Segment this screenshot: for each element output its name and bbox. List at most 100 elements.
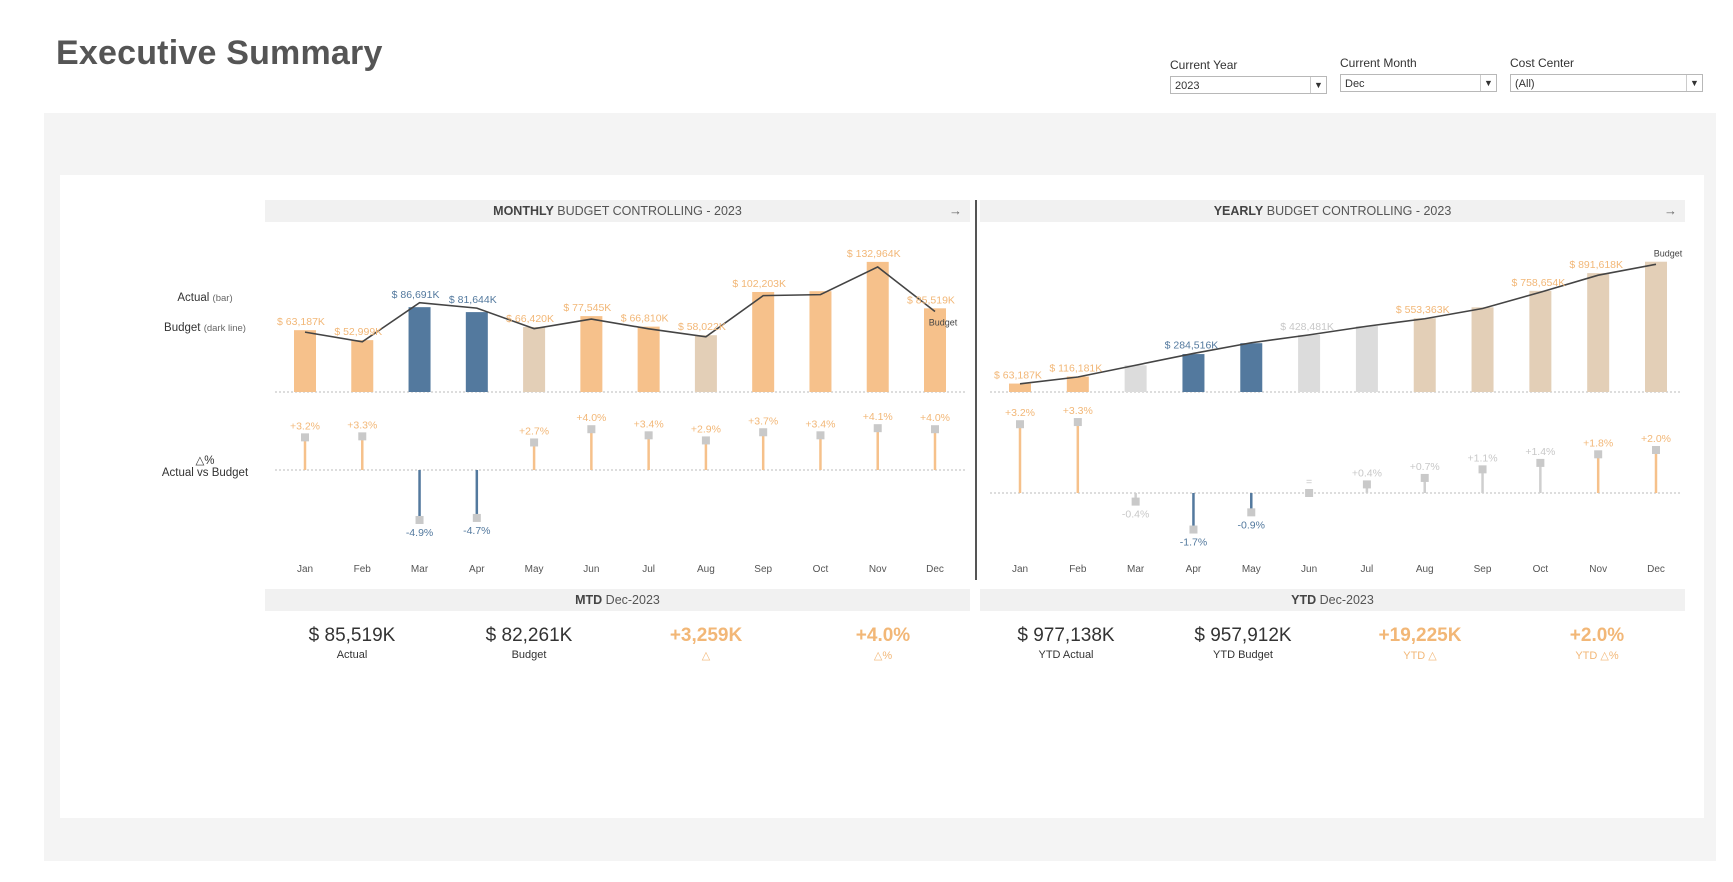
current-month-select[interactable]: Dec ▼ bbox=[1340, 74, 1497, 92]
actual-bar bbox=[1587, 273, 1610, 392]
actual-bar bbox=[1529, 290, 1552, 392]
actual-bar bbox=[637, 326, 660, 392]
filter-current-year: Current Year 2023 ▼ bbox=[1170, 58, 1327, 94]
month-tick-label: Nov bbox=[869, 564, 887, 575]
filter-current-month: Current Month Dec ▼ bbox=[1340, 56, 1497, 92]
legend-delta-text: Actual vs Budget bbox=[161, 467, 249, 479]
header-text: Dec-2023 bbox=[602, 593, 660, 607]
delta-value-label: -4.7% bbox=[463, 525, 490, 537]
actual-bar bbox=[1240, 343, 1263, 392]
bar-value-label: $ 132,964K bbox=[847, 248, 901, 260]
actual-bar bbox=[1182, 354, 1205, 392]
navigate-arrow-icon[interactable]: → bbox=[949, 200, 962, 222]
mtd-kpi: $ 85,519K Actual bbox=[262, 625, 442, 661]
month-tick-label: Jul bbox=[642, 564, 655, 575]
delta-marker bbox=[1247, 508, 1256, 517]
actual-bar bbox=[1066, 376, 1089, 392]
cost-center-select[interactable]: (All) ▼ bbox=[1510, 74, 1703, 92]
filter-label: Current Year bbox=[1170, 58, 1238, 72]
delta-marker bbox=[1131, 497, 1140, 506]
yearly-budget-chart: $ 63,187K $ 116,181K $ 284,516K $ 428,481K $… bbox=[990, 248, 1683, 575]
delta-value-label: -0.9% bbox=[1238, 519, 1265, 531]
budget-line-label: Budget bbox=[929, 318, 958, 328]
delta-marker bbox=[759, 428, 768, 437]
ytd-kpi: +19,225K YTD △ bbox=[1330, 625, 1510, 662]
panel-divider bbox=[975, 200, 977, 580]
month-tick-label: Sep bbox=[1474, 564, 1492, 575]
delta-value-label: -4.9% bbox=[406, 527, 433, 539]
delta-value-label: +1.4% bbox=[1525, 446, 1555, 458]
actual-bar bbox=[694, 335, 717, 392]
select-value: Dec bbox=[1345, 78, 1365, 90]
delta-marker bbox=[1305, 489, 1314, 497]
legend-actual: Actual (bar) bbox=[150, 292, 260, 304]
delta-marker bbox=[1536, 458, 1545, 467]
delta-marker bbox=[644, 431, 653, 440]
bar-value-label: $ 891,618K bbox=[1569, 259, 1623, 271]
delta-marker bbox=[1073, 418, 1082, 427]
budget-line bbox=[304, 266, 936, 343]
bar-value-label: $ 52,999K bbox=[334, 326, 382, 338]
kpi-label: △ bbox=[701, 650, 711, 662]
mtd-kpi: $ 82,261K Budget bbox=[439, 625, 619, 661]
delta-value-label: +4.1% bbox=[863, 411, 893, 423]
kpi-label: Budget bbox=[511, 649, 547, 661]
kpi-value: $ 82,261K bbox=[485, 625, 573, 646]
navigate-arrow-icon[interactable]: → bbox=[1664, 200, 1677, 222]
delta-value-label: +3.3% bbox=[1063, 405, 1093, 417]
monthly-chart-header: MONTHLY BUDGET CONTROLLING - 2023 → bbox=[265, 200, 970, 222]
bar-value-label: $ 63,187K bbox=[994, 370, 1042, 382]
delta-marker bbox=[472, 513, 481, 522]
ytd-kpi: +2.0% YTD △% bbox=[1507, 625, 1687, 662]
delta-value-label: +2.0% bbox=[1641, 433, 1671, 445]
dropdown-arrow-icon[interactable]: ▼ bbox=[1310, 77, 1326, 93]
bar-value-label: $ 758,654K bbox=[1512, 277, 1566, 289]
legend-delta: △% Actual vs Budget bbox=[150, 453, 260, 479]
kpi-value: $ 85,519K bbox=[308, 625, 396, 646]
bar-value-label: $ 86,691K bbox=[392, 289, 440, 301]
delta-value-label: +1.1% bbox=[1468, 452, 1498, 464]
actual-bar bbox=[809, 291, 832, 392]
delta-value-label: +3.4% bbox=[805, 418, 835, 430]
month-tick-label: Mar bbox=[1127, 564, 1145, 575]
filter-label: Current Month bbox=[1340, 56, 1417, 70]
header-bold: MTD bbox=[575, 593, 603, 607]
dropdown-arrow-icon[interactable]: ▼ bbox=[1480, 75, 1496, 91]
ytd-kpi: $ 977,138K YTD Actual bbox=[976, 625, 1156, 661]
month-tick-label: Oct bbox=[813, 564, 829, 575]
kpi-value: +3,259K bbox=[669, 625, 743, 646]
delta-value-label: +3.2% bbox=[1005, 407, 1035, 419]
delta-marker bbox=[816, 431, 825, 440]
actual-bar bbox=[1355, 326, 1378, 392]
dropdown-arrow-icon[interactable]: ▼ bbox=[1686, 75, 1702, 91]
select-value: (All) bbox=[1515, 78, 1535, 90]
month-tick-label: Apr bbox=[1186, 564, 1202, 575]
current-year-select[interactable]: 2023 ▼ bbox=[1170, 76, 1327, 94]
actual-bar bbox=[1009, 383, 1031, 392]
delta-value-label: +3.4% bbox=[634, 418, 664, 430]
delta-marker bbox=[1016, 420, 1024, 429]
kpi-label: △% bbox=[873, 650, 893, 662]
delta-marker bbox=[701, 436, 710, 445]
month-tick-label: Jan bbox=[1012, 564, 1028, 575]
delta-value-label: +4.0% bbox=[576, 412, 606, 424]
actual-bar bbox=[1471, 307, 1494, 392]
bar-value-label: $ 428,481K bbox=[1280, 321, 1334, 333]
bar-value-label: $ 81,644K bbox=[449, 294, 497, 306]
kpi-label: YTD Actual bbox=[1038, 649, 1094, 661]
delta-marker bbox=[1652, 446, 1660, 454]
delta-value-label: +0.7% bbox=[1410, 461, 1440, 473]
yearly-chart-header: YEARLY BUDGET CONTROLLING - 2023 → bbox=[980, 200, 1685, 222]
kpi-value: +4.0% bbox=[855, 625, 911, 646]
month-tick-label: Dec bbox=[926, 564, 944, 575]
actual-bar bbox=[752, 291, 775, 392]
bar-value-label: $ 63,187K bbox=[277, 316, 325, 328]
delta-value-label: = bbox=[1306, 476, 1312, 488]
actual-bar bbox=[465, 312, 488, 392]
actual-bar bbox=[580, 316, 603, 392]
delta-value-label: +3.7% bbox=[748, 415, 778, 427]
delta-marker bbox=[931, 425, 939, 434]
month-tick-label: Feb bbox=[1069, 564, 1087, 575]
delta-marker bbox=[1594, 450, 1603, 459]
ytd-header: YTD Dec-2023 bbox=[980, 589, 1685, 611]
